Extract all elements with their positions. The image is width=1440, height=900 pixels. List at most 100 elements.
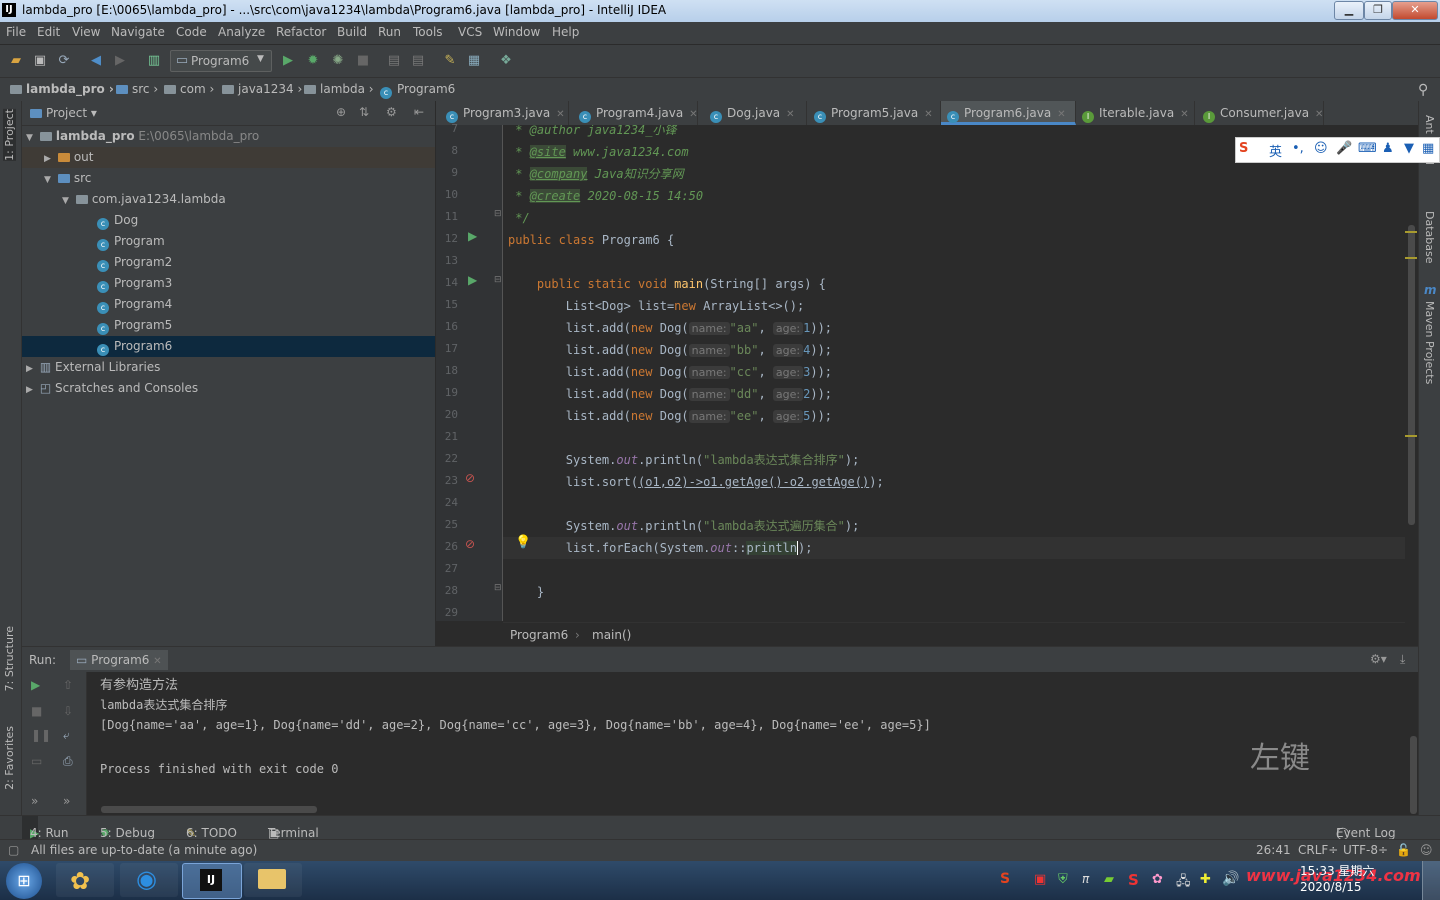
breadcrumb-project[interactable]: lambda_pro › bbox=[10, 82, 114, 96]
minimize-button[interactable]: ▁ bbox=[1334, 1, 1364, 20]
close-tab-icon[interactable]: ✕ bbox=[689, 109, 697, 120]
tab-dog[interactable]: c Dog.java ✕ bbox=[704, 101, 807, 125]
close-tab-icon[interactable]: ✕ bbox=[1057, 109, 1065, 120]
editor-breadcrumb-class[interactable]: Program6 bbox=[510, 628, 568, 642]
tab-program5[interactable]: c Program5.java ✕ bbox=[808, 101, 941, 125]
tree-item-project-root[interactable]: ▼ lambda_pro E:\0065\lambda_pro bbox=[22, 126, 435, 147]
tab-program3[interactable]: c Program3.java ✕ bbox=[440, 101, 569, 125]
tree-item-program3[interactable]: c Program3 bbox=[22, 273, 435, 294]
tree-item-package[interactable]: ▼ com.java1234.lambda bbox=[22, 189, 435, 210]
cursor-position[interactable]: 26:41 bbox=[1256, 843, 1291, 857]
structure-tool-tab[interactable]: 7: Structure bbox=[3, 626, 16, 691]
close-tab-icon[interactable]: ✕ bbox=[1180, 109, 1188, 120]
tab-iterable[interactable]: I Iterable.java ✕ bbox=[1076, 101, 1195, 125]
user-icon[interactable]: ♟ bbox=[1382, 141, 1394, 156]
tray-icon[interactable]: π bbox=[1082, 872, 1089, 886]
warning-marker[interactable] bbox=[1405, 231, 1417, 233]
keyboard-icon[interactable]: ⌨ bbox=[1358, 141, 1377, 156]
volume-icon[interactable]: 🔊 bbox=[1222, 871, 1239, 887]
lambda-gutter-icon[interactable]: ⊘ bbox=[465, 471, 475, 485]
run-class-gutter-icon[interactable]: ▶ bbox=[468, 229, 477, 243]
close-window-button[interactable]: ✕ bbox=[1392, 1, 1438, 20]
breadcrumb-com[interactable]: com › bbox=[164, 82, 214, 96]
stop-icon[interactable]: ■ bbox=[355, 53, 371, 69]
run-main-gutter-icon[interactable]: ▶ bbox=[468, 273, 477, 287]
fold-icon[interactable]: ⊟ bbox=[494, 209, 502, 219]
emoji-icon[interactable]: ☺ bbox=[1314, 141, 1328, 156]
collapse-all-icon[interactable]: ⇅ bbox=[359, 105, 369, 119]
sync-icon[interactable]: ⟳ bbox=[56, 53, 72, 69]
clock-date[interactable]: 2020/8/15 bbox=[1300, 880, 1362, 894]
menu-view[interactable]: View bbox=[72, 25, 100, 39]
lock-icon[interactable]: 🔓 bbox=[1396, 843, 1411, 857]
pause-icon[interactable]: ❚❚ bbox=[31, 728, 51, 742]
lightbulb-icon[interactable]: 💡 bbox=[515, 535, 531, 550]
rerun-icon[interactable]: ▶ bbox=[31, 678, 40, 692]
run-configuration-select[interactable]: ▭ Program6 ▼ bbox=[170, 50, 272, 72]
tree-item-scratches[interactable]: ▶ ◰ Scratches and Consoles bbox=[22, 378, 435, 399]
menu-analyze[interactable]: Analyze bbox=[218, 25, 265, 39]
editor-breadcrumb-method[interactable]: main() bbox=[592, 628, 631, 642]
tree-item-program4[interactable]: c Program4 bbox=[22, 294, 435, 315]
warning-marker[interactable] bbox=[1405, 257, 1417, 259]
menu-tools[interactable]: Tools bbox=[413, 25, 443, 39]
ime-toolbar[interactable]: S 英 •, ☺ 🎤 ⌨ ♟ ▼ ▦ bbox=[1235, 137, 1440, 163]
hide-panel-icon[interactable]: ⇤ bbox=[414, 105, 424, 119]
tray-icon[interactable]: ✚ bbox=[1200, 872, 1211, 887]
fold-icon[interactable]: ⊟ bbox=[494, 583, 502, 593]
coverage-icon[interactable]: ✺ bbox=[330, 53, 346, 69]
database-tool-tab[interactable]: Database bbox=[1423, 211, 1436, 264]
tray-icon[interactable]: S bbox=[1128, 871, 1139, 889]
breadcrumb-program6[interactable]: c Program6 bbox=[380, 82, 455, 99]
save-icon[interactable]: ▣ bbox=[32, 53, 48, 69]
inspector-icon[interactable]: ☺ bbox=[1420, 843, 1433, 857]
menu-file[interactable]: File bbox=[6, 25, 26, 39]
scroll-thumb[interactable] bbox=[1410, 736, 1417, 814]
vcs-icon[interactable]: ❖ bbox=[498, 53, 514, 69]
line-separator[interactable]: CRLF÷ bbox=[1298, 843, 1338, 857]
structure-icon[interactable]: ▦ bbox=[466, 53, 482, 69]
gear-icon[interactable]: ⚙▾ bbox=[1370, 652, 1387, 666]
tree-item-external-libraries[interactable]: ▶ ▥ External Libraries bbox=[22, 357, 435, 378]
grid-icon[interactable]: ▦ bbox=[1422, 141, 1434, 156]
more-icon[interactable]: » bbox=[31, 794, 38, 808]
sogou-tray-icon[interactable]: S bbox=[1000, 871, 1010, 887]
shield-icon[interactable]: ⛨ bbox=[1058, 872, 1068, 887]
nvidia-icon[interactable]: ▰ bbox=[1104, 872, 1114, 887]
forward-icon[interactable]: ▶ bbox=[112, 53, 128, 69]
taskbar-intellij-icon[interactable]: IJ bbox=[182, 863, 242, 899]
method-reference-gutter-icon[interactable]: ⊘ bbox=[465, 537, 475, 551]
open-folder-icon[interactable]: ▰ bbox=[8, 53, 24, 69]
taskbar-browser-icon[interactable]: ◉ bbox=[120, 863, 178, 897]
shirt-icon[interactable]: ▼ bbox=[1404, 141, 1414, 156]
tree-item-program[interactable]: c Program bbox=[22, 231, 435, 252]
scroll-thumb[interactable] bbox=[1408, 225, 1415, 525]
menu-help[interactable]: Help bbox=[552, 25, 579, 39]
close-tab-icon[interactable]: ✕ bbox=[924, 109, 932, 120]
taskbar-explorer-icon[interactable] bbox=[244, 863, 302, 897]
editor-scrollbar[interactable] bbox=[1405, 125, 1418, 646]
run-icon[interactable]: ▶ bbox=[280, 53, 296, 69]
tool-window-toggle-icon[interactable]: ▢ bbox=[8, 843, 19, 857]
project-structure-icon[interactable]: ▤ bbox=[386, 53, 402, 69]
file-encoding[interactable]: UTF-8÷ bbox=[1343, 843, 1388, 857]
tree-item-src[interactable]: ▼ src bbox=[22, 168, 435, 189]
punctuation-icon[interactable]: •, bbox=[1292, 141, 1304, 156]
sdk-icon[interactable]: ▤ bbox=[410, 53, 426, 69]
tab-program4[interactable]: c Program4.java ✕ bbox=[573, 101, 698, 125]
build-icon[interactable]: ▥ bbox=[146, 53, 162, 69]
menu-run[interactable]: Run bbox=[378, 25, 401, 39]
dump-threads-icon[interactable]: ▭ bbox=[31, 754, 42, 768]
back-icon[interactable]: ◀ bbox=[88, 53, 104, 69]
hide-panel-icon[interactable]: ⤓ bbox=[1400, 652, 1405, 667]
flower-icon[interactable]: ✿ bbox=[1152, 872, 1163, 887]
maximize-button[interactable]: ❐ bbox=[1364, 1, 1392, 20]
breadcrumb-src[interactable]: src › bbox=[116, 82, 158, 96]
tree-item-dog[interactable]: c Dog bbox=[22, 210, 435, 231]
tab-consumer[interactable]: I Consumer.java ✕ bbox=[1197, 101, 1324, 125]
stop-icon[interactable]: ■ bbox=[31, 704, 42, 718]
tray-icon[interactable]: ▣ bbox=[1034, 872, 1046, 887]
menu-refactor[interactable]: Refactor bbox=[276, 25, 326, 39]
menu-build[interactable]: Build bbox=[337, 25, 367, 39]
favorites-tool-tab[interactable]: 2: Favorites bbox=[3, 726, 16, 790]
